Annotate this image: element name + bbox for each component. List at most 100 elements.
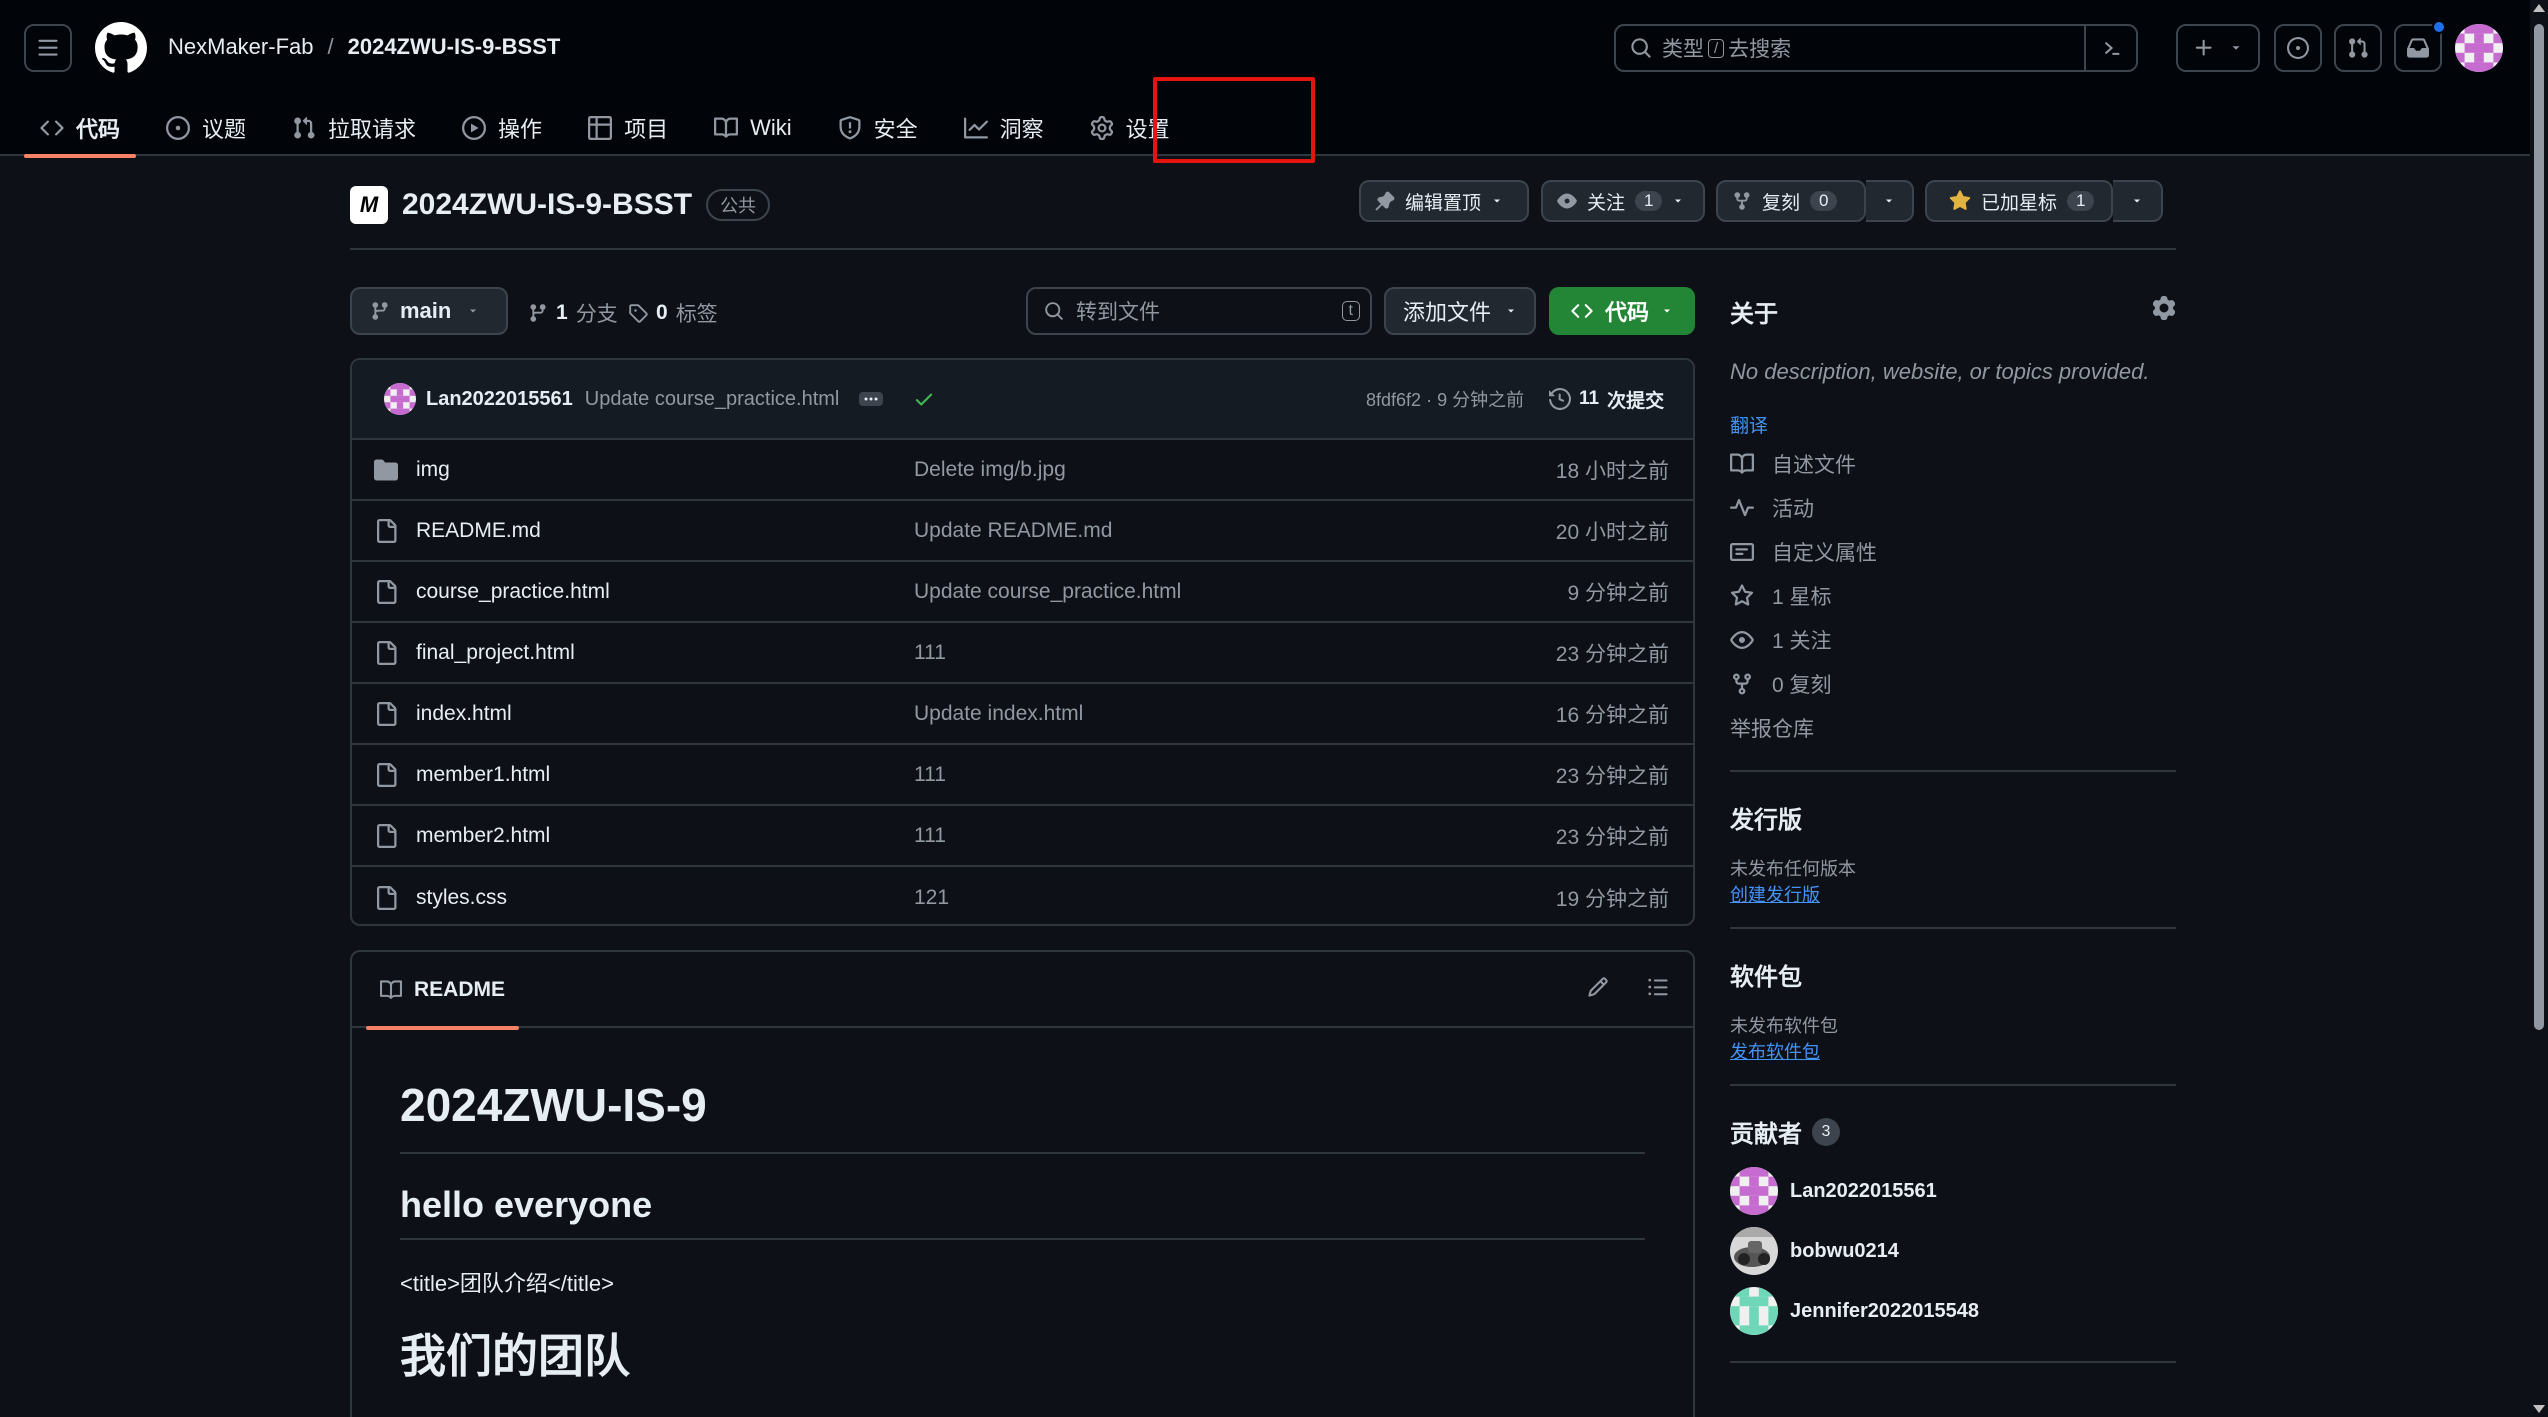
file-name[interactable]: img bbox=[416, 458, 450, 482]
file-row[interactable]: member1.html 111 23 分钟之前 bbox=[352, 745, 1693, 806]
table-of-contents-button[interactable] bbox=[1647, 976, 1669, 998]
starred-button[interactable]: 已加星标 1 bbox=[1925, 180, 2113, 222]
contributor-item[interactable]: Lan2022015561 bbox=[1730, 1161, 2176, 1221]
check-icon[interactable] bbox=[913, 388, 935, 410]
contributor-item[interactable]: Jennifer2022015548 bbox=[1730, 1281, 2176, 1341]
tab-wiki[interactable]: Wiki bbox=[698, 100, 808, 156]
file-row[interactable]: styles.css 121 19 分钟之前 bbox=[352, 867, 1693, 924]
breadcrumb-owner-link[interactable]: NexMaker-Fab bbox=[168, 34, 313, 60]
readme-header: README bbox=[352, 952, 1693, 1030]
contributors-heading[interactable]: 贡献者 3 bbox=[1730, 1114, 2176, 1149]
file-commit-message[interactable]: Update README.md bbox=[914, 519, 1112, 543]
file-row[interactable]: img Delete img/b.jpg 18 小时之前 bbox=[352, 440, 1693, 501]
tab-insights[interactable]: 洞察 bbox=[948, 100, 1060, 156]
file-date: 16 分钟之前 bbox=[1555, 703, 1669, 727]
watchers-link[interactable]: 1 关注 bbox=[1730, 618, 2176, 662]
global-search-input[interactable]: 类型 / 去搜索 bbox=[1614, 24, 2138, 72]
file-commit-message[interactable]: 111 bbox=[914, 641, 946, 665]
commit-message[interactable]: Update course_practice.html bbox=[585, 388, 840, 411]
readme-link[interactable]: 自述文件 bbox=[1730, 442, 2176, 486]
sidebar-divider bbox=[1730, 1361, 2176, 1363]
scrollbar-thumb[interactable] bbox=[2534, 24, 2544, 1030]
terminal-icon bbox=[2104, 41, 2120, 55]
github-logo-icon[interactable] bbox=[95, 22, 147, 74]
activity-link[interactable]: 活动 bbox=[1730, 486, 2176, 530]
caret-down-icon bbox=[1886, 199, 1892, 203]
file-name[interactable]: styles.css bbox=[416, 886, 507, 910]
go-to-file-input[interactable]: 转到文件 t bbox=[1026, 287, 1372, 335]
publish-package-link[interactable]: 发布软件包 bbox=[1730, 1038, 2176, 1064]
file-commit-message[interactable]: 111 bbox=[914, 763, 946, 787]
visibility-badge: 公共 bbox=[706, 189, 771, 221]
tags-link[interactable]: 0 标签 bbox=[628, 298, 718, 328]
forks-link[interactable]: 0 复刻 bbox=[1730, 662, 2176, 706]
add-file-button[interactable]: 添加文件 bbox=[1384, 287, 1536, 335]
scroll-up-arrow-icon[interactable] bbox=[2533, 4, 2545, 12]
file-commit-message[interactable]: Update index.html bbox=[914, 702, 1083, 726]
expand-commit-button[interactable] bbox=[859, 392, 884, 406]
readme-tab[interactable]: README bbox=[366, 952, 520, 1030]
contributor-item[interactable]: bobwu0214 bbox=[1730, 1221, 2176, 1281]
edit-readme-button[interactable] bbox=[1587, 976, 1609, 998]
file-name[interactable]: README.md bbox=[416, 519, 541, 543]
tab-actions[interactable]: 操作 bbox=[446, 100, 558, 156]
edit-about-button[interactable] bbox=[2152, 296, 2176, 320]
branch-selector[interactable]: main bbox=[350, 287, 508, 335]
packages-heading[interactable]: 软件包 bbox=[1730, 957, 2176, 992]
ellipsis-icon bbox=[864, 397, 878, 401]
commit-hash[interactable]: 8fdf6f2 bbox=[1366, 390, 1421, 410]
fork-button[interactable]: 复刻 0 bbox=[1716, 180, 1866, 222]
file-date: 23 分钟之前 bbox=[1555, 642, 1669, 666]
report-repo-link[interactable]: 举报仓库 bbox=[1730, 706, 2176, 750]
file-name[interactable]: member2.html bbox=[416, 824, 550, 848]
tab-security[interactable]: 安全 bbox=[822, 100, 934, 156]
file-row[interactable]: README.md Update README.md 20 小时之前 bbox=[352, 501, 1693, 562]
star-dropdown-button[interactable] bbox=[2113, 180, 2163, 222]
branches-link[interactable]: 1 分支 bbox=[528, 298, 618, 328]
commit-author-avatar[interactable] bbox=[384, 383, 416, 415]
tab-projects[interactable]: 项目 bbox=[572, 100, 684, 156]
contributors-title: 贡献者 bbox=[1730, 1121, 1802, 1148]
user-avatar[interactable] bbox=[2455, 24, 2503, 72]
custom-properties-link[interactable]: 自定义属性 bbox=[1730, 530, 2176, 574]
page-scrollbar[interactable] bbox=[2530, 0, 2548, 1417]
add-file-label: 添加文件 bbox=[1402, 300, 1491, 325]
file-name[interactable]: member1.html bbox=[416, 763, 550, 787]
tab-code[interactable]: 代码 bbox=[24, 100, 137, 158]
tab-settings[interactable]: 设置 bbox=[1074, 100, 1186, 156]
stars-link[interactable]: 1 星标 bbox=[1730, 574, 2176, 618]
file-row[interactable]: member2.html 111 23 分钟之前 bbox=[352, 806, 1693, 867]
command-palette-button[interactable] bbox=[2084, 26, 2136, 70]
create-new-button[interactable] bbox=[2176, 24, 2260, 72]
file-row[interactable]: course_practice.html Update course_pract… bbox=[352, 562, 1693, 623]
your-pull-requests-button[interactable] bbox=[2334, 24, 2382, 72]
code-button[interactable]: 代码 bbox=[1549, 287, 1695, 335]
file-commit-message[interactable]: 111 bbox=[914, 824, 946, 848]
commit-history-link[interactable]: 11 次提交 bbox=[1549, 386, 1664, 413]
file-name[interactable]: course_practice.html bbox=[416, 580, 610, 604]
file-row[interactable]: final_project.html 111 23 分钟之前 bbox=[352, 623, 1693, 684]
edit-pins-button[interactable]: 编辑置顶 bbox=[1359, 180, 1529, 222]
translate-link[interactable]: 翻译 bbox=[1730, 411, 2176, 438]
releases-heading[interactable]: 发行版 bbox=[1730, 800, 2176, 835]
fork-dropdown-button[interactable] bbox=[1866, 180, 1914, 222]
file-commit-message[interactable]: 121 bbox=[914, 886, 949, 910]
watch-button[interactable]: 关注 1 bbox=[1541, 180, 1705, 222]
menu-button[interactable] bbox=[24, 24, 72, 72]
commit-author[interactable]: Lan2022015561 bbox=[426, 388, 573, 411]
file-name[interactable]: index.html bbox=[416, 702, 512, 726]
breadcrumb-repo-link[interactable]: 2024ZWU-IS-9-BSST bbox=[348, 34, 561, 60]
repo-name[interactable]: 2024ZWU-IS-9-BSST bbox=[402, 188, 692, 222]
file-name[interactable]: final_project.html bbox=[416, 641, 575, 665]
file-row[interactable]: index.html Update index.html 16 分钟之前 bbox=[352, 684, 1693, 745]
readme-heading-team: 我们的团队 bbox=[400, 1330, 630, 1382]
create-release-link[interactable]: 创建发行版 bbox=[1730, 881, 2176, 907]
book-icon bbox=[380, 980, 402, 999]
scroll-down-arrow-icon[interactable] bbox=[2533, 1405, 2545, 1413]
file-commit-message[interactable]: Delete img/b.jpg bbox=[914, 458, 1066, 482]
tab-pull-requests[interactable]: 拉取请求 bbox=[276, 100, 432, 156]
file-commit-message[interactable]: Update course_practice.html bbox=[914, 580, 1181, 604]
list-icon bbox=[1648, 978, 1668, 996]
your-issues-button[interactable] bbox=[2274, 24, 2322, 72]
tab-issues[interactable]: 议题 bbox=[150, 100, 262, 156]
